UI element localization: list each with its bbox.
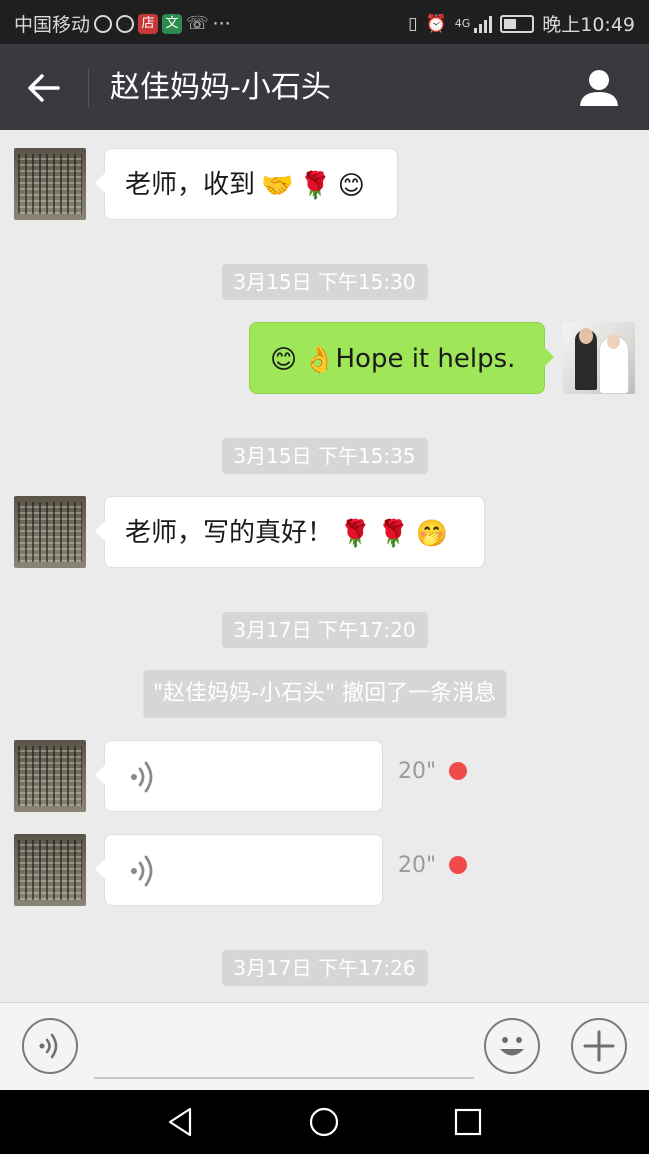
rose-emoji: 🌹 [339,518,372,549]
status-bar-right: ▯ ⏰ 4G 晚上10:49 [408,10,635,37]
alarm-icon: ⏰ [425,13,447,34]
timestamp: 3月15日 下午15:35 [221,438,428,474]
chat-header: 赵佳妈妈-小石头 [0,44,649,130]
contact-avatar[interactable] [14,496,86,568]
contact-avatar[interactable] [14,834,86,906]
voice-message-bubble[interactable] [95,740,383,812]
nav-recents-icon[interactable] [452,1106,484,1138]
qq-icon [94,14,113,33]
chat-info-button[interactable] [577,66,621,110]
timestamp: 3月17日 下午17:20 [221,612,428,648]
nav-back-icon[interactable] [164,1106,196,1138]
chat-message-list[interactable]: 老师，收到 🤝 🌹 😊 3月15日 下午15:30 😊 👌Hope it helps. … [0,130,649,1002]
status-bar-left: 中国移动 店 文 ☏ ··· [14,10,231,37]
voice-icon [39,1033,58,1059]
missed-call-icon: ☏ [186,13,209,34]
voice-duration: 20" [398,759,437,784]
rose-emoji: 🌹 [377,518,410,549]
message-input[interactable] [94,1019,474,1079]
received-message-bubble[interactable]: 老师，收到 🤝 🌹 😊 [95,148,398,220]
voice-wave-icon [131,761,153,793]
qq-icon-2 [116,14,135,33]
system-nav-bar [0,1090,649,1154]
voice-duration: 20" [398,853,437,878]
shop-app-icon: 店 [138,13,159,34]
carrier-label: 中国移动 [14,14,91,36]
back-arrow-icon [28,74,60,102]
my-avatar[interactable] [563,322,635,394]
sent-message-bubble[interactable]: 😊 👌Hope it helps. [249,322,554,394]
voice-message-bubble[interactable] [95,834,383,906]
nav-home-icon[interactable] [308,1106,340,1138]
header-divider [88,68,89,108]
status-bar: 中国移动 店 文 ☏ ··· ▯ ⏰ 4G 晚上10:49 [0,0,649,44]
timestamp: 3月15日 下午15:30 [221,264,428,300]
emoji-button[interactable] [484,1018,540,1074]
smile-emoji: 😊 [337,170,365,201]
more-options-button[interactable] [571,1018,627,1074]
person-icon [580,70,618,106]
received-message-bubble[interactable]: 老师，写的真好！ 🌹 🌹 🤭 [95,496,485,568]
message-text: 老师，写的真好！ [125,518,334,548]
clock: 晚上10:49 [542,14,635,36]
more-notifications-icon: ··· [212,12,231,35]
handshake-emoji: 🤝 [261,170,294,201]
network-type: 4G [454,17,471,30]
ok-hand-emoji: 👌 [303,344,336,375]
contact-avatar[interactable] [14,740,86,812]
signal-icon [474,15,493,33]
shy-emoji: 🤭 [415,518,449,549]
contact-avatar[interactable] [14,148,86,220]
plus-icon [583,1030,615,1062]
input-bar [0,1002,649,1091]
vibrate-icon: ▯ [408,13,418,34]
battery-icon [500,14,535,33]
unread-dot [449,762,467,780]
message-text: Hope it helps. [335,344,516,374]
voice-wave-icon [131,855,153,887]
smile-emoji: 😊 [270,344,298,375]
recall-notice: "赵佳妈妈-小石头" 撤回了一条消息 [142,670,507,718]
unread-dot [449,856,467,874]
text-app-icon: 文 [162,13,183,34]
smiley-icon [500,1037,524,1056]
back-button[interactable] [24,68,64,108]
avatar-figure [607,334,620,349]
voice-mode-button[interactable] [22,1018,78,1074]
chat-title: 赵佳妈妈-小石头 [110,70,331,105]
avatar-figure [579,328,593,344]
message-text: 老师，收到 [125,170,256,200]
rose-emoji: 🌹 [299,170,332,201]
timestamp: 3月17日 下午17:26 [221,950,428,986]
